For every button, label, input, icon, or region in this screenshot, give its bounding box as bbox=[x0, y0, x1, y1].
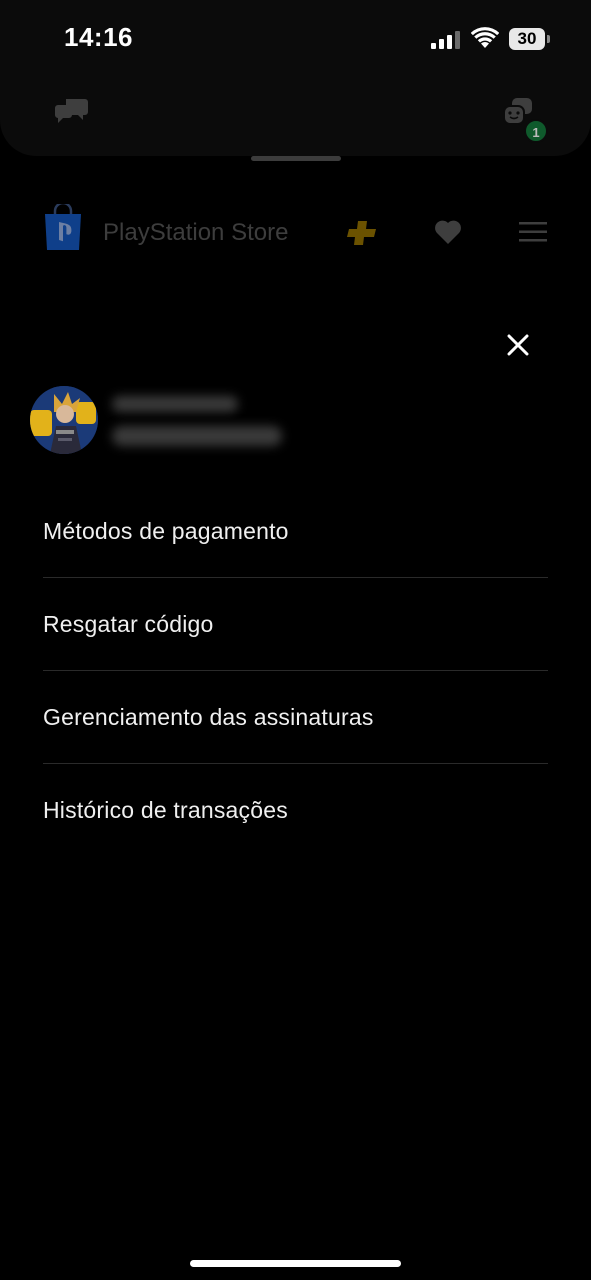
status-bar: 14:16 30 bbox=[0, 0, 591, 80]
avatar[interactable] bbox=[30, 386, 98, 454]
store-title: PlayStation Store bbox=[103, 219, 289, 246]
party-notification-badge: 1 bbox=[524, 119, 548, 143]
profile-name-redacted bbox=[112, 396, 238, 412]
home-indicator[interactable] bbox=[190, 1260, 401, 1267]
chat-icon[interactable] bbox=[54, 96, 90, 126]
wifi-icon bbox=[471, 27, 499, 48]
battery-tip bbox=[547, 35, 550, 43]
drag-handle[interactable] bbox=[251, 156, 341, 161]
close-icon[interactable] bbox=[503, 330, 533, 360]
status-time: 14:16 bbox=[64, 22, 133, 52]
heart-icon[interactable] bbox=[434, 219, 462, 245]
account-menu-list: Métodos de pagamento Resgatar código Ger… bbox=[43, 485, 548, 856]
store-header: PlayStation Store bbox=[0, 195, 591, 275]
ps-plus-icon[interactable] bbox=[347, 219, 379, 247]
playstation-bag-icon[interactable] bbox=[42, 204, 84, 252]
hamburger-menu-icon[interactable] bbox=[519, 222, 547, 242]
menu-item-transaction-history[interactable]: Histórico de transações bbox=[43, 764, 548, 856]
menu-item-redeem-code[interactable]: Resgatar código bbox=[43, 578, 548, 671]
signal-icon bbox=[431, 31, 460, 49]
profile-section[interactable] bbox=[30, 386, 330, 458]
menu-item-payment-methods[interactable]: Métodos de pagamento bbox=[43, 485, 548, 578]
menu-item-subscription-management[interactable]: Gerenciamento das assinaturas bbox=[43, 671, 548, 764]
profile-id-redacted bbox=[112, 426, 282, 446]
battery-icon: 30 bbox=[509, 28, 545, 50]
